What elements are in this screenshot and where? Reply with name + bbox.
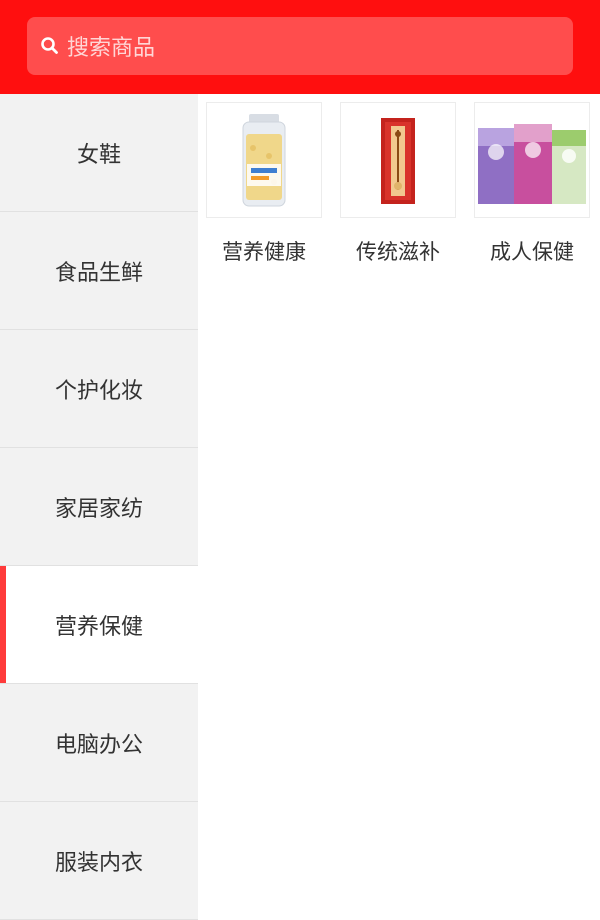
oat-jar-product-image — [206, 102, 322, 218]
header-bar: 搜索商品 — [0, 0, 600, 94]
subcategory-label: 营养健康 — [222, 240, 306, 264]
sidebar-item-home-textiles[interactable]: 家居家纺 — [0, 448, 198, 566]
sidebar-item-clothing-underwear[interactable]: 服装内衣 — [0, 802, 198, 920]
sidebar-item-womens-shoes[interactable]: 女鞋 — [0, 94, 198, 212]
boxed-product-set-image — [474, 102, 590, 218]
sidebar-item-label: 家居家纺 — [54, 496, 143, 522]
sidebar-item-nutrition-health[interactable]: 营养保健 — [0, 566, 198, 684]
red-gift-box-product-image — [340, 102, 456, 218]
subcategory-label: 成人保健 — [490, 240, 574, 264]
subcategory-panel: 营养健康 传统滋补 成人保健 — [198, 94, 600, 900]
sidebar-item-label: 食品生鲜 — [54, 260, 143, 286]
sidebar-item-label: 营养保健 — [54, 614, 143, 640]
category-sidebar: 女鞋 食品生鲜 个护化妆 家居家纺 营养保健 电脑办公 服装内衣 — [0, 94, 198, 920]
sidebar-item-food-fresh[interactable]: 食品生鲜 — [0, 212, 198, 330]
sidebar-item-computer-office[interactable]: 电脑办公 — [0, 684, 198, 802]
search-placeholder: 搜索商品 — [67, 36, 156, 61]
sidebar-item-label: 个护化妆 — [54, 378, 143, 404]
sidebar-item-label: 电脑办公 — [54, 732, 143, 758]
sidebar-item-label: 女鞋 — [76, 142, 121, 168]
sidebar-item-personal-care[interactable]: 个护化妆 — [0, 330, 198, 448]
search-icon — [33, 29, 67, 63]
subcategory-card-adult-health[interactable]: 成人保健 — [474, 102, 590, 266]
subcategory-card-traditional-tonic[interactable]: 传统滋补 — [340, 102, 456, 266]
sidebar-item-label: 服装内衣 — [54, 850, 143, 876]
subcategory-label: 传统滋补 — [356, 240, 440, 264]
subcategory-card-nutrition[interactable]: 营养健康 — [206, 102, 322, 266]
search-input[interactable]: 搜索商品 — [27, 17, 573, 75]
